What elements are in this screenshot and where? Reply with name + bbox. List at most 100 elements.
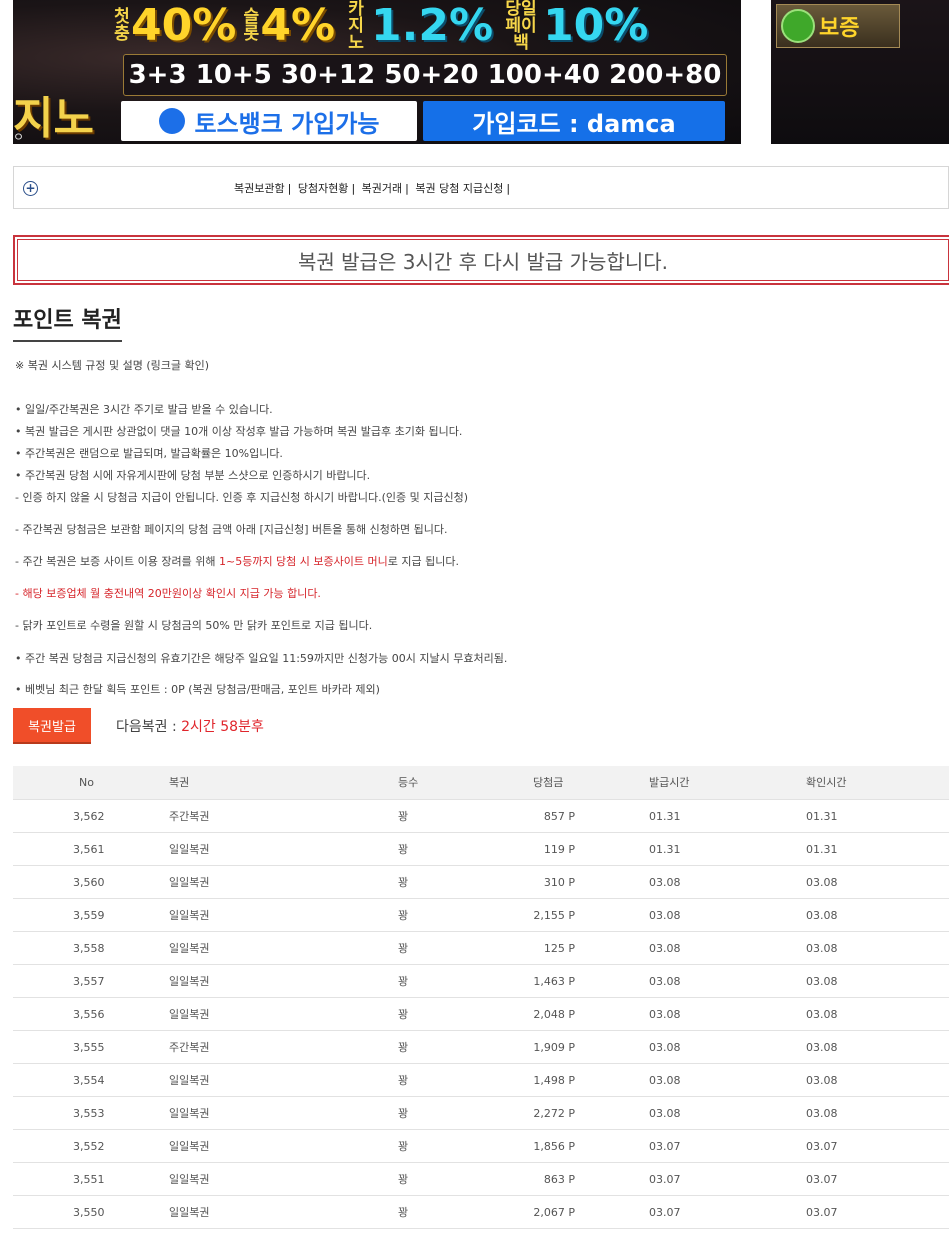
toss-logo-icon [158,108,185,134]
table-row: 3,551 일일복권 꽝 863 P 03.07 03.07 [13,1163,949,1196]
promo-value: 40% [131,0,237,51]
cell-check-time: 03.08 [806,1041,838,1054]
cell-prize: 1,909 P [533,1041,575,1054]
cell-no: 3,558 [73,942,105,955]
cell-prize: 2,067 P [533,1206,575,1219]
rule-line: • 복권 발급은 게시판 상관없이 댓글 10개 이상 작성후 발급 가능하며 … [15,425,463,438]
cell-check-time: 01.31 [806,810,838,823]
bonus-item: 50+20 [384,60,479,90]
banner-side-text: 지노 [13,93,94,144]
nav-separator: | [351,182,356,195]
rule-line: - 주간 복권은 보증 사이트 이용 장려를 위해 1~5등까지 당첨 시 보증… [15,553,459,569]
banner-side-sub: ㅇ [13,130,25,144]
header-lottery: 복권 [169,776,190,789]
cell-rank: 꽝 [398,876,409,889]
cell-rank: 꽝 [398,1107,409,1120]
rule-line-points: • 베벳님 최근 한달 획득 포인트 : 0P (복권 당첨금/판매금, 포인트… [15,683,380,696]
rule-line: • 일일/주간복권은 3시간 주기로 발급 받을 수 있습니다. [15,403,273,416]
nav-link-payout-request[interactable]: 복권 당첨 지급신청 [415,182,503,195]
cell-prize: 1,498 P [533,1074,575,1087]
cell-check-time: 03.08 [806,1107,838,1120]
cell-issue-time: 03.08 [649,975,681,988]
rule-text: - 주간 복권은 보증 사이트 이용 장려를 위해 [15,555,219,568]
cell-lottery: 일일복권 [169,843,210,856]
nav-separator: | [405,182,409,195]
cell-issue-time: 03.08 [649,876,681,889]
cell-rank: 꽝 [398,1074,409,1087]
cell-prize: 125 P [543,942,575,955]
expand-plus-icon[interactable]: + [23,181,38,196]
promo-pre: 슬롯 [243,7,260,44]
cell-check-time: 03.08 [806,975,838,988]
cell-no: 3,556 [73,1008,105,1021]
guarantee-tag: 보증 [776,4,900,48]
nav-link-trade[interactable]: 복권거래 [362,182,402,195]
bonus-item: 3+3 [128,60,187,90]
top-banner-ad[interactable]: 지노 ㅇ 첫충 40% 슬롯 4% 카지노 1.2% 당일페이백 10% 3+3… [13,0,741,144]
cell-prize: 119 P [543,843,575,856]
cell-no: 3,551 [73,1173,105,1186]
cell-rank: 꽝 [398,1008,409,1021]
cell-prize: 2,048 P [533,1008,575,1021]
cell-no: 3,562 [73,810,105,823]
cell-lottery: 일일복권 [169,909,210,922]
cell-check-time: 03.08 [806,1074,838,1087]
nav-separator: | [506,182,511,195]
cell-prize: 2,155 P [533,909,575,922]
promo-pre: 당일페이백 [505,0,537,53]
cell-rank: 꽝 [398,1206,409,1219]
signup-code-badge: 가입코드 : damca [423,101,725,141]
banner-bonus-row: 3+3 10+5 30+12 50+20 100+40 200+80 [123,54,727,96]
issue-lottery-button[interactable]: 복권발급 [13,708,91,744]
cell-issue-time: 03.07 [649,1173,681,1186]
cell-rank: 꽝 [398,909,409,922]
rule-line: - 주간복권 당첨금은 보관함 페이지의 당첨 금액 아래 [지급신청] 버튼을… [15,523,448,536]
table-row: 3,560 일일복권 꽝 310 P 03.08 03.08 [13,866,949,899]
promo-pre: 카지노 [348,0,364,53]
table-row: 3,557 일일복권 꽝 1,463 P 03.08 03.08 [13,965,949,998]
cell-rank: 꽝 [398,975,409,988]
lottery-nav-bar: + 복권보관함 | 당첨자현황 | 복권거래 | 복권 당첨 지급신청 | [13,166,949,209]
cell-issue-time: 03.08 [649,1041,681,1054]
guarantee-seal-icon [781,9,815,43]
cell-no: 3,560 [73,876,105,889]
cell-rank: 꽝 [398,1173,409,1186]
cell-prize: 1,856 P [533,1140,575,1153]
right-ad-banner[interactable]: 보증 [771,0,949,144]
rule-line: • 주간복권 당첨 시에 자유게시판에 당첨 부분 스샷으로 인증하시기 바랍니… [15,469,371,482]
cell-lottery: 일일복권 [169,1107,210,1120]
rules-intro-link[interactable]: ※ 복권 시스템 규정 및 설명 (링크글 확인) [15,357,209,373]
cell-lottery: 주간복권 [169,1041,210,1054]
header-check-time: 확인시간 [806,776,847,789]
cell-rank: 꽝 [398,942,409,955]
cell-check-time: 03.08 [806,1008,838,1021]
cell-no: 3,552 [73,1140,105,1153]
cell-no: 3,555 [73,1041,105,1054]
cell-issue-time: 03.07 [649,1140,681,1153]
rule-line: • 주간 복권 당첨금 지급신청의 유효기간은 해당주 일요일 11:59까지만… [15,652,508,665]
lottery-history-table: No 복권 등수 당첨금 발급시간 확인시간 3,562 주간복권 꽝 857 P 01… [13,766,949,1229]
promo-value: 1.2% [371,0,494,51]
cell-check-time: 03.08 [806,942,838,955]
table-row: 3,556 일일복권 꽝 2,048 P 03.08 03.08 [13,998,949,1031]
cell-prize: 310 P [543,876,575,889]
cell-issue-time: 03.08 [649,1074,681,1087]
table-row: 3,561 일일복권 꽝 119 P 01.31 01.31 [13,833,949,866]
cell-lottery: 일일복권 [169,1008,210,1021]
banner-promo-row: 첫충 40% 슬롯 4% 카지노 1.2% 당일페이백 10% [113,0,741,52]
header-no: No [79,776,94,789]
table-row: 3,554 일일복권 꽝 1,498 P 03.08 03.08 [13,1064,949,1097]
nav-link-storage[interactable]: 복권보관함 [234,182,285,195]
cell-check-time: 03.08 [806,909,838,922]
rule-line-warning: - 해당 보증업체 월 충전내역 20만원이상 확인시 지급 가능 합니다. [15,587,321,600]
cooldown-notice: 복권 발급은 3시간 후 다시 발급 가능합니다. [13,235,949,285]
next-lottery-time: 2시간 58분후 [181,719,264,735]
header-rank: 등수 [398,776,419,789]
cell-no: 3,554 [73,1074,105,1087]
nav-link-winners[interactable]: 당첨자현황 [298,182,349,195]
next-lottery-prefix: 다음복권 : [116,719,182,735]
guarantee-label: 보증 [819,16,860,41]
nav-separator: | [287,182,292,195]
rule-text: 로 지급 됩니다. [387,555,459,568]
promo-pre: 첫충 [114,7,130,44]
